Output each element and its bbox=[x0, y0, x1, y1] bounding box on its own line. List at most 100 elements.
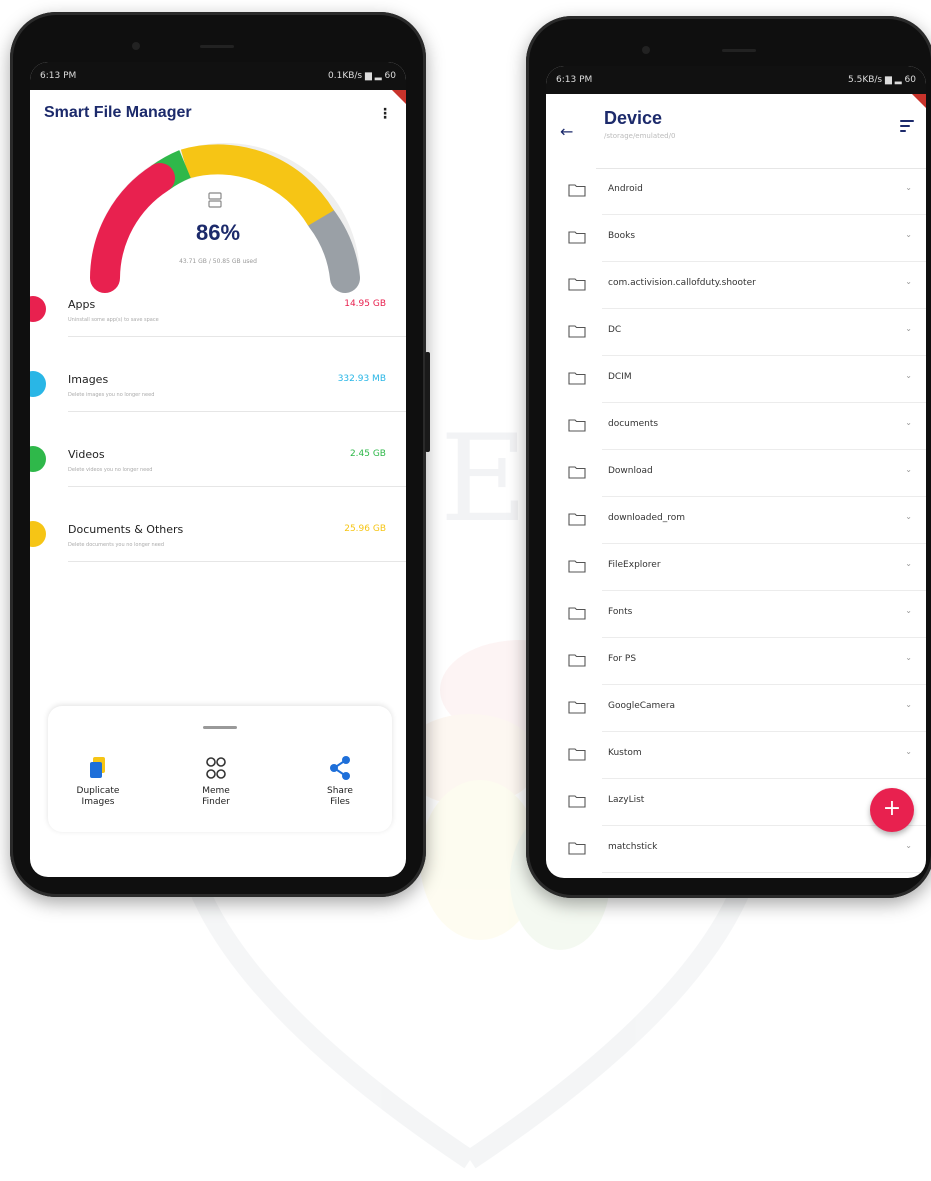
folder-row[interactable]: Android ⌄ bbox=[546, 168, 926, 215]
folder-row[interactable]: DC ⌄ bbox=[546, 309, 926, 356]
category-name: Images bbox=[68, 373, 109, 386]
folder-icon bbox=[568, 560, 586, 573]
category-color-dot bbox=[30, 371, 46, 397]
category-color-dot bbox=[30, 446, 46, 472]
debug-banner bbox=[912, 94, 926, 108]
chevron-down-icon[interactable]: ⌄ bbox=[905, 371, 912, 380]
category-size: 2.45 GB bbox=[349, 449, 386, 459]
chevron-down-icon[interactable]: ⌄ bbox=[905, 183, 912, 192]
folder-name: DC bbox=[608, 325, 622, 335]
chevron-down-icon[interactable]: ⌄ bbox=[905, 418, 912, 427]
folder-row[interactable]: For PS ⌄ bbox=[546, 638, 926, 685]
screen-file-browser: 6:13 PM 5.5KB/s ▆ ▂ 60 ← Device /storage… bbox=[546, 66, 926, 878]
sheet-handle[interactable] bbox=[203, 726, 237, 729]
chevron-down-icon[interactable]: ⌄ bbox=[905, 324, 912, 333]
status-time: 6:13 PM bbox=[40, 71, 77, 81]
folder-name: For PS bbox=[608, 654, 637, 664]
volume-button bbox=[425, 352, 430, 452]
folder-icon bbox=[568, 372, 586, 385]
chevron-down-icon[interactable]: ⌄ bbox=[905, 465, 912, 474]
folder-row[interactable]: downloaded_rom ⌄ bbox=[546, 497, 926, 544]
folder-icon bbox=[568, 419, 586, 432]
storage-gauge bbox=[90, 143, 360, 293]
category-color-dot bbox=[30, 296, 46, 322]
folder-row[interactable]: documents ⌄ bbox=[546, 403, 926, 450]
chevron-down-icon[interactable]: ⌄ bbox=[905, 700, 912, 709]
share-icon bbox=[300, 754, 380, 782]
chevron-down-icon[interactable]: ⌄ bbox=[905, 230, 912, 239]
folder-icon bbox=[568, 466, 586, 479]
debug-banner bbox=[392, 90, 406, 104]
phone-file-browser: 6:13 PM 5.5KB/s ▆ ▂ 60 ← Device /storage… bbox=[526, 16, 931, 898]
meme-finder-button[interactable]: Meme Finder bbox=[176, 754, 256, 808]
folder-icon bbox=[568, 654, 586, 667]
folder-icon bbox=[568, 795, 586, 808]
folder-row[interactable]: FileExplorer ⌄ bbox=[546, 544, 926, 591]
chevron-down-icon[interactable]: ⌄ bbox=[905, 559, 912, 568]
category-row[interactable]: Images Delete images you no longer need 33… bbox=[30, 363, 406, 425]
folder-icon bbox=[568, 701, 586, 714]
duplicate-images-label: Duplicate Images bbox=[76, 786, 120, 807]
folder-name: Kustom bbox=[608, 748, 642, 758]
svg-text:E: E bbox=[440, 410, 528, 549]
category-name: Documents & Others bbox=[68, 523, 184, 536]
front-camera bbox=[642, 46, 650, 54]
chevron-down-icon[interactable]: ⌄ bbox=[905, 653, 912, 662]
divider bbox=[68, 411, 406, 412]
add-fab-button[interactable]: + bbox=[870, 788, 914, 832]
folder-icon bbox=[568, 513, 586, 526]
duplicate-images-button[interactable]: Duplicate Images bbox=[58, 754, 138, 808]
divider bbox=[68, 561, 406, 562]
folder-name: Books bbox=[608, 231, 636, 241]
chevron-down-icon[interactable]: ⌄ bbox=[905, 277, 912, 286]
sort-icon[interactable] bbox=[900, 120, 914, 135]
folder-row[interactable]: GoogleCamera ⌄ bbox=[546, 685, 926, 732]
folder-row[interactable]: Kustom ⌄ bbox=[546, 732, 926, 779]
folder-name: com.activision.callofduty.shooter bbox=[608, 278, 756, 288]
category-row[interactable]: Videos Delete videos you no longer need 2.… bbox=[30, 438, 406, 500]
share-files-button[interactable]: Share Files bbox=[300, 754, 380, 808]
divider bbox=[68, 336, 406, 337]
folder-path: /storage/emulated/0 bbox=[604, 132, 676, 140]
meme-finder-icon bbox=[176, 754, 256, 782]
folder-row[interactable]: Download ⌄ bbox=[546, 450, 926, 497]
folder-row[interactable]: com.activision.callofduty.shooter ⌄ bbox=[546, 262, 926, 309]
folder-name: downloaded_rom bbox=[608, 513, 686, 523]
duplicate-images-icon bbox=[58, 754, 138, 782]
category-name: Apps bbox=[68, 298, 96, 311]
category-description: Delete documents you no longer need bbox=[68, 542, 165, 548]
divider bbox=[68, 486, 406, 487]
screen-home: 6:13 PM 0.1KB/s ▆ ▂ 60 Smart File Manage… bbox=[30, 62, 406, 877]
folder-title: Device bbox=[604, 108, 663, 128]
chevron-down-icon[interactable]: ⌄ bbox=[905, 841, 912, 850]
folder-icon bbox=[568, 184, 586, 197]
storage-used-text: 43.71 GB / 50.85 GB used bbox=[179, 258, 257, 265]
category-description: Delete videos you no longer need bbox=[68, 467, 153, 473]
category-row[interactable]: Documents & Others Delete documents you n… bbox=[30, 513, 406, 575]
folder-row[interactable]: LazyList⌄ bbox=[546, 779, 926, 826]
folder-name: FileExplorer bbox=[608, 560, 661, 570]
back-arrow-icon[interactable]: ← bbox=[560, 122, 573, 141]
folder-name: LazyList bbox=[608, 795, 645, 805]
folder-row[interactable]: matchstick ⌄ bbox=[546, 826, 926, 873]
storage-icon bbox=[208, 192, 222, 208]
more-menu-icon[interactable]: ⋮ bbox=[378, 106, 392, 122]
category-row[interactable]: Apps Uninstall some app(s) to save space 1… bbox=[30, 288, 406, 350]
earpiece bbox=[722, 49, 756, 52]
folder-row[interactable]: Fonts ⌄ bbox=[546, 591, 926, 638]
chevron-down-icon[interactable]: ⌄ bbox=[905, 512, 912, 521]
storage-percent: 86% bbox=[195, 220, 241, 245]
folder-name: DCIM bbox=[608, 372, 632, 382]
status-time: 6:13 PM bbox=[556, 75, 593, 85]
phone-home: 6:13 PM 0.1KB/s ▆ ▂ 60 Smart File Manage… bbox=[10, 12, 430, 897]
category-description: Delete images you no longer need bbox=[68, 392, 155, 398]
chevron-down-icon[interactable]: ⌄ bbox=[905, 747, 912, 756]
folder-icon bbox=[568, 842, 586, 855]
status-bar: 6:13 PM 5.5KB/s ▆ ▂ 60 bbox=[546, 66, 926, 94]
folder-name: Android bbox=[608, 184, 643, 194]
status-bar: 6:13 PM 0.1KB/s ▆ ▂ 60 bbox=[30, 62, 406, 90]
folder-row[interactable]: Books ⌄ bbox=[546, 215, 926, 262]
folder-row[interactable]: DCIM ⌄ bbox=[546, 356, 926, 403]
bottom-tools-sheet: Duplicate Images Meme Finder Share Files bbox=[48, 706, 392, 832]
chevron-down-icon[interactable]: ⌄ bbox=[905, 606, 912, 615]
